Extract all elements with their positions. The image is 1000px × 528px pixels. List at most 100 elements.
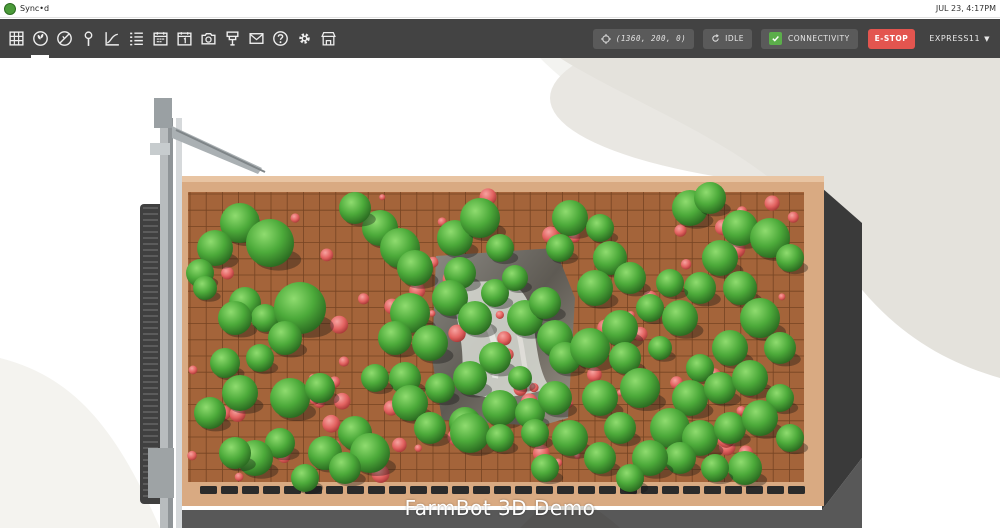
checkmark-icon — [769, 32, 783, 45]
plant-sphere — [552, 420, 588, 456]
plant-sphere — [361, 364, 389, 392]
nav-icon-bar — [0, 19, 340, 58]
status-label: IDLE — [725, 34, 745, 43]
help-icon[interactable] — [268, 19, 292, 58]
weed-sphere — [188, 365, 198, 375]
weed-sphere — [787, 211, 799, 223]
plant-sphere — [662, 300, 698, 336]
plant-sphere — [219, 437, 251, 469]
weeds-icon[interactable] — [52, 19, 76, 58]
weed-sphere — [320, 248, 334, 262]
plant-sphere — [742, 400, 778, 436]
system-status-strip: Sync•d JUL 23, 4:17PM — [0, 0, 1000, 18]
plant-sphere — [508, 366, 532, 390]
chevron-down-icon: ▼ — [984, 34, 990, 43]
plant-sphere — [764, 332, 796, 364]
app-window: Sync•d JUL 23, 4:17PM (1360, 200, 0) IDL… — [0, 0, 1000, 528]
plant-sphere — [694, 182, 726, 214]
weed-sphere — [495, 310, 504, 320]
events-calendar-icon[interactable] — [172, 19, 196, 58]
plant-sphere — [702, 240, 738, 276]
weed-sphere — [392, 437, 407, 453]
weed-sphere — [379, 194, 386, 201]
weed-sphere — [338, 356, 350, 367]
messages-icon[interactable] — [244, 19, 268, 58]
points-icon[interactable] — [76, 19, 100, 58]
plant-sphere — [486, 234, 514, 262]
garden-3d-canvas[interactable] — [0, 58, 1000, 528]
plant-sphere — [339, 192, 371, 224]
weed-sphere — [322, 414, 341, 433]
map-grid-icon[interactable] — [4, 19, 28, 58]
weed-sphere — [778, 293, 786, 301]
plant-sphere — [222, 375, 258, 411]
plant-sphere — [604, 412, 636, 444]
plant-sphere — [728, 451, 762, 485]
plant-sphere — [648, 336, 672, 360]
weed-sphere — [234, 472, 244, 482]
settings-gear-icon[interactable] — [292, 19, 316, 58]
sync-status-button[interactable]: IDLE — [703, 28, 753, 49]
garden-3d-scene[interactable]: FarmBot 3D Demo — [0, 58, 1000, 528]
sync-status-text: Sync•d — [20, 4, 50, 13]
account-menu[interactable]: EXPRESS11 ▼ — [929, 34, 990, 43]
plant-sphere — [577, 270, 613, 306]
plants-icon[interactable] — [28, 19, 52, 58]
plant-sphere — [656, 269, 684, 297]
plant-sphere — [414, 412, 446, 444]
plant-sphere — [486, 424, 514, 452]
plant-sphere — [684, 272, 716, 304]
plant-sphere — [701, 454, 729, 482]
plant-sphere — [210, 348, 240, 378]
plant-sphere — [732, 360, 768, 396]
weed-sphere — [358, 293, 370, 305]
weed-sphere — [414, 444, 422, 452]
shop-icon[interactable] — [316, 19, 340, 58]
plant-sphere — [620, 368, 660, 408]
farmbot-logo-icon — [4, 2, 16, 15]
nav-status-controls: (1360, 200, 0) IDLE CONNECTIVITY E-STOP … — [584, 19, 1000, 58]
clock-readout: JUL 23, 4:17PM — [935, 4, 996, 13]
weed-sphere — [290, 213, 300, 223]
weed-sphere — [764, 195, 780, 211]
plant-sphere — [329, 452, 361, 484]
tools-icon[interactable] — [220, 19, 244, 58]
photos-icon[interactable] — [196, 19, 220, 58]
plant-sphere — [502, 265, 528, 291]
plant-sphere — [521, 419, 549, 447]
plant-sphere — [193, 276, 217, 300]
plant-sphere — [570, 328, 610, 368]
estop-button[interactable]: E-STOP — [867, 28, 916, 49]
plant-sphere — [546, 234, 574, 262]
plant-sphere — [776, 424, 804, 452]
plant-sphere — [412, 325, 448, 361]
plant-sphere — [397, 250, 433, 286]
sequences-icon[interactable] — [124, 19, 148, 58]
plant-sphere — [636, 294, 664, 322]
plant-sphere — [582, 380, 618, 416]
position-readout-button[interactable]: (1360, 200, 0) — [592, 28, 695, 49]
plant-sphere — [712, 330, 748, 366]
plant-sphere — [218, 301, 252, 335]
crosshair-icon — [600, 33, 611, 44]
plant-sphere — [453, 361, 487, 395]
plant-sphere — [458, 301, 492, 335]
regimens-icon[interactable] — [148, 19, 172, 58]
position-readout-text: (1360, 200, 0) — [615, 34, 687, 43]
weed-sphere — [221, 266, 234, 280]
connectivity-button[interactable]: CONNECTIVITY — [761, 28, 858, 49]
plant-sphere — [246, 219, 294, 267]
curves-icon[interactable] — [100, 19, 124, 58]
plant-sphere — [291, 464, 319, 492]
plant-sphere — [616, 464, 644, 492]
plant-sphere — [740, 298, 780, 338]
plant-sphere — [538, 381, 572, 415]
demo-caption: FarmBot 3D Demo — [404, 496, 596, 520]
plant-sphere — [425, 373, 455, 403]
plant-sphere — [378, 321, 412, 355]
plant-sphere — [460, 198, 500, 238]
plant-sphere — [246, 344, 274, 372]
plant-sphere — [531, 454, 559, 482]
weed-sphere — [680, 258, 692, 270]
plant-sphere — [194, 397, 226, 429]
